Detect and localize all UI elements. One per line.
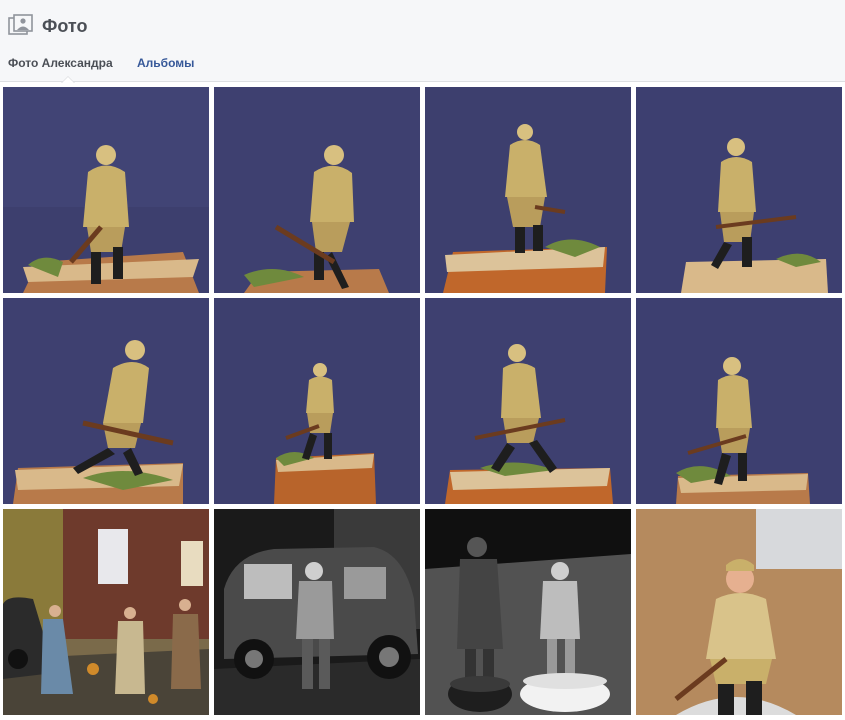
photo-thumbnail-11[interactable] bbox=[425, 509, 631, 715]
photos-header: Фото Фото Александра Альбомы bbox=[0, 0, 845, 83]
tab-label: Фото Александра bbox=[8, 56, 113, 70]
photo-thumbnail-9[interactable] bbox=[3, 509, 209, 715]
page-title: Фото bbox=[42, 15, 88, 36]
photo-thumbnail-7[interactable] bbox=[425, 298, 631, 504]
photo-thumbnail-5[interactable] bbox=[3, 298, 209, 504]
photo-thumbnail-12[interactable] bbox=[636, 509, 842, 715]
photo-thumbnail-1[interactable] bbox=[3, 87, 209, 293]
photo-thumbnail-4[interactable] bbox=[636, 87, 842, 293]
photo-thumbnail-10[interactable] bbox=[214, 509, 420, 715]
photo-thumbnail-6[interactable] bbox=[214, 298, 420, 504]
active-tab-indicator bbox=[61, 76, 75, 83]
photo-thumbnail-3[interactable] bbox=[425, 87, 631, 293]
tab-photos-of-user[interactable]: Фото Александра bbox=[0, 52, 137, 83]
photo-icon bbox=[8, 14, 34, 38]
photo-tabs: Фото Александра Альбомы bbox=[0, 52, 194, 83]
title-row: Фото bbox=[8, 13, 87, 39]
photo-thumbnail-2[interactable] bbox=[214, 87, 420, 293]
tab-albums[interactable]: Альбомы bbox=[137, 52, 194, 82]
tab-label: Альбомы bbox=[137, 56, 195, 70]
photo-grid bbox=[3, 87, 842, 715]
photo-thumbnail-8[interactable] bbox=[636, 298, 842, 504]
